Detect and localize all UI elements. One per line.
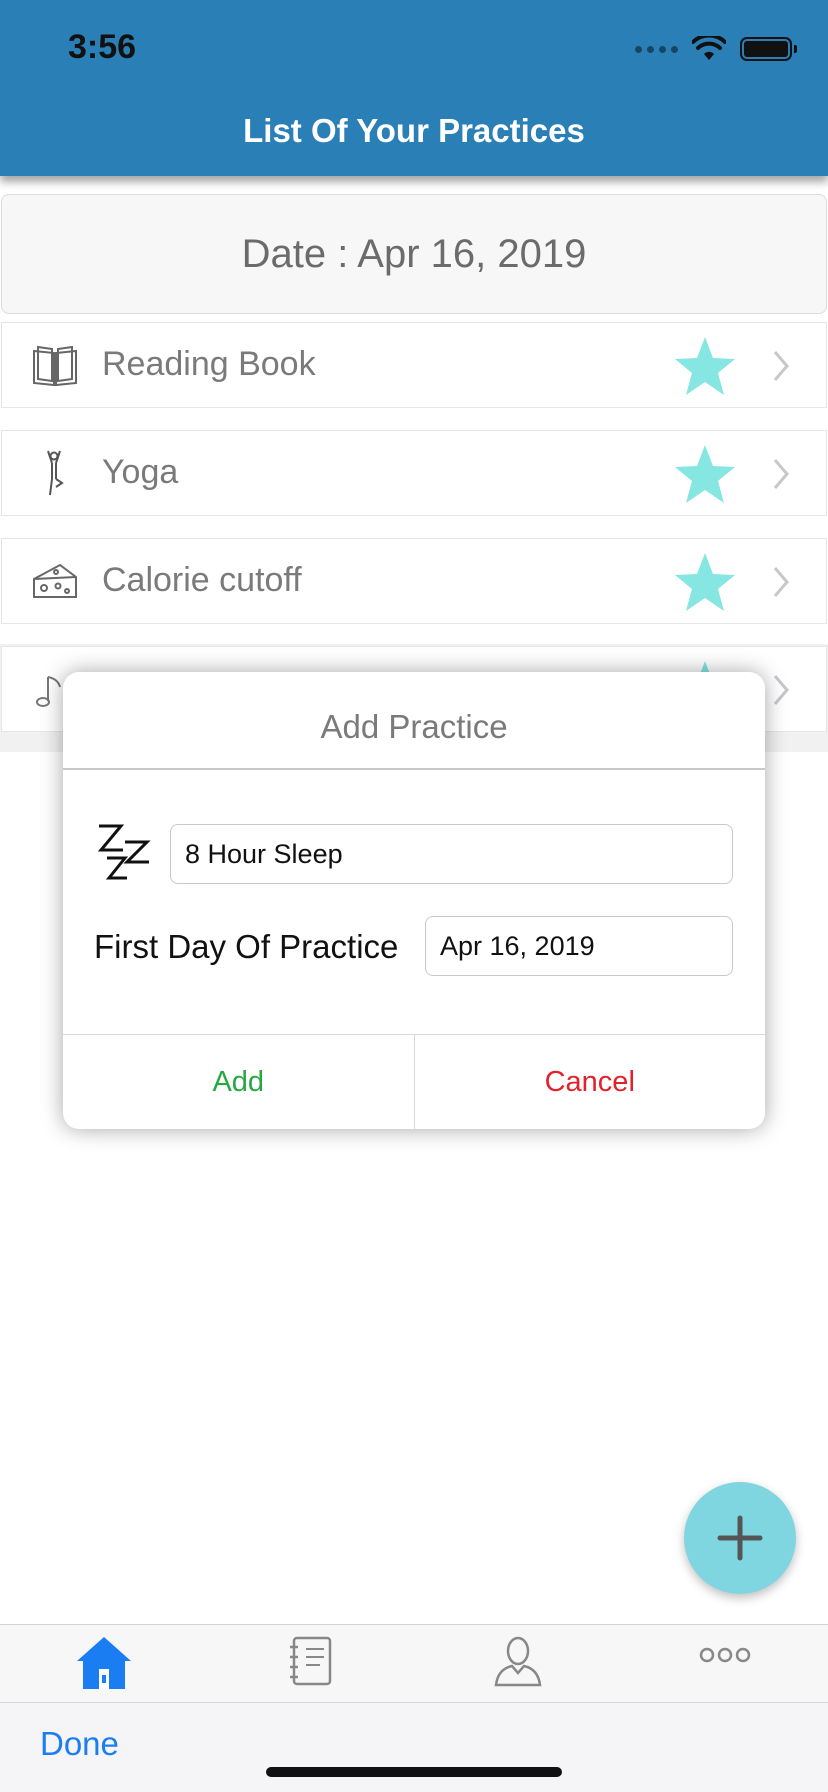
home-icon xyxy=(76,1637,131,1689)
profile-icon xyxy=(494,1636,541,1687)
practice-label: Yoga xyxy=(102,453,179,491)
star-icon[interactable] xyxy=(674,551,736,613)
practice-label: Reading Book xyxy=(102,345,316,383)
star-icon[interactable] xyxy=(674,335,736,397)
chevron-right-icon xyxy=(773,675,789,705)
tab-profile[interactable] xyxy=(414,1635,621,1705)
page-title: List Of Your Practices xyxy=(243,112,585,149)
practice-row-yoga[interactable]: Yoga xyxy=(1,430,827,516)
keyboard-accessory-bar: Done xyxy=(0,1702,828,1792)
star-icon[interactable] xyxy=(674,443,736,505)
tab-bar xyxy=(0,1624,828,1704)
chevron-right-icon xyxy=(773,459,789,489)
sleep-zzz-icon[interactable] xyxy=(95,820,153,882)
battery-icon xyxy=(740,37,797,61)
yoga-icon xyxy=(47,450,64,496)
practice-name-input[interactable]: 8 Hour Sleep xyxy=(170,824,733,884)
wifi-icon xyxy=(692,36,726,60)
practice-row-calorie[interactable]: Calorie cutoff xyxy=(1,538,827,624)
tab-notebook[interactable] xyxy=(207,1635,414,1705)
plus-icon xyxy=(717,1515,763,1561)
nav-header: 3:56 List Of Your Practices xyxy=(0,0,828,176)
chevron-right-icon xyxy=(773,351,789,381)
dialog-actions: Add Cancel xyxy=(63,1034,765,1129)
cheese-icon xyxy=(33,563,77,598)
status-icons xyxy=(635,36,797,62)
home-indicator xyxy=(266,1767,562,1777)
practice-row-reading[interactable]: Reading Book xyxy=(1,322,827,408)
add-practice-dialog: Add Practice 8 Hour Sleep First Day Of P… xyxy=(63,672,765,1129)
add-button[interactable]: Add xyxy=(63,1035,415,1129)
dialog-title: Add Practice xyxy=(320,708,508,745)
date-header: Date : Apr 16, 2019 xyxy=(1,194,827,314)
divider xyxy=(63,768,765,770)
status-time: 3:56 xyxy=(68,28,137,66)
book-icon xyxy=(33,345,77,387)
screen: 3:56 List Of Your Practices Date : Apr 1… xyxy=(0,0,828,1792)
done-button[interactable]: Done xyxy=(40,1725,119,1763)
tab-more[interactable] xyxy=(621,1635,828,1705)
signal-icon xyxy=(635,45,678,53)
add-practice-fab[interactable] xyxy=(684,1482,796,1594)
first-day-date-input[interactable]: Apr 16, 2019 xyxy=(425,916,733,976)
tab-home[interactable] xyxy=(0,1635,207,1705)
chevron-right-icon xyxy=(773,567,789,597)
cancel-button[interactable]: Cancel xyxy=(415,1035,766,1129)
date-text: Date : Apr 16, 2019 xyxy=(241,231,587,276)
notebook-icon xyxy=(289,1636,331,1686)
practice-label: Calorie cutoff xyxy=(102,561,302,599)
first-day-label: First Day Of Practice xyxy=(94,928,399,965)
more-icon xyxy=(699,1647,750,1663)
